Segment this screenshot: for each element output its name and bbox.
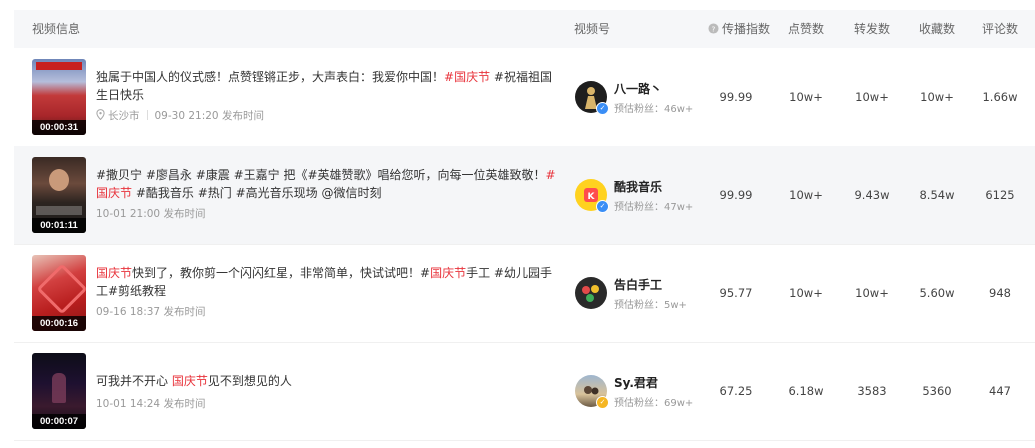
location: 长沙市 <box>108 110 140 122</box>
table-row[interactable]: 00:00:07 可我并不开心 国庆节见不到想见的人 10-01 14:24 发… <box>14 342 1035 441</box>
hashtag[interactable]: 国庆节 <box>96 266 132 280</box>
col-likes[interactable]: 点赞数 <box>788 10 824 48</box>
video-meta: 10-01 14:24 发布时间 <box>96 396 205 411</box>
video-thumbnail[interactable]: 00:00:07 <box>32 353 86 429</box>
spread-index-value: 95.77 <box>719 286 753 300</box>
video-meta: 09-16 18:37 发布时间 <box>96 304 205 319</box>
comments-value: 1.66w <box>982 90 1018 104</box>
likes-value: 10w+ <box>789 90 823 104</box>
verified-icon: ✓ <box>596 200 609 213</box>
account-name[interactable]: 八一路丶 <box>614 80 662 97</box>
table-header: 视频信息 视频号 ? 传播指数 点赞数 转发数 收藏数 评论数 <box>14 10 1035 48</box>
verified-icon: ✓ <box>596 396 609 409</box>
likes-value: 10w+ <box>789 286 823 300</box>
video-title[interactable]: 独属于中国人的仪式感！点赞铿锵正步，大声表白：我爱你中国！#国庆节 #祝福祖国生… <box>96 68 556 104</box>
shares-value: 10w+ <box>855 286 889 300</box>
col-favorites[interactable]: 收藏数 <box>919 10 955 48</box>
hashtag[interactable]: #国庆节 <box>444 70 490 84</box>
spread-index-value: 99.99 <box>719 90 753 104</box>
publish-time: 10-01 21:00 发布时间 <box>96 208 206 220</box>
video-duration: 00:00:07 <box>32 414 86 429</box>
verified-icon: ✓ <box>596 102 609 115</box>
video-title[interactable]: 可我并不开心 国庆节见不到想见的人 <box>96 372 556 390</box>
shares-value: 3583 <box>857 384 887 398</box>
favorites-value: 10w+ <box>920 90 954 104</box>
video-meta: 长沙市 09-30 21:20 发布时间 <box>96 108 264 123</box>
avatar[interactable] <box>575 277 607 309</box>
account-name[interactable]: 酷我音乐 <box>614 178 662 195</box>
location-pin-icon <box>96 109 105 121</box>
col-spread-index-label: 传播指数 <box>722 22 771 36</box>
hashtag[interactable]: 国庆节 <box>430 266 466 280</box>
publish-time: 09-16 18:37 发布时间 <box>96 306 206 318</box>
video-title[interactable]: 国庆节快到了，教你剪一个闪闪红星，非常简单，快试试吧！#国庆节手工 #幼儿园手工… <box>96 264 556 300</box>
col-account: 视频号 <box>574 22 611 36</box>
favorites-value: 5.60w <box>919 286 955 300</box>
video-duration: 00:00:16 <box>32 316 86 331</box>
account-fans: 预估粉丝：46w+ <box>614 104 694 115</box>
col-shares[interactable]: 转发数 <box>854 10 890 48</box>
video-meta: 10-01 21:00 发布时间 <box>96 206 205 221</box>
hashtag[interactable]: 国庆节 <box>172 374 208 388</box>
shares-value: 10w+ <box>855 90 889 104</box>
publish-time: 10-01 14:24 发布时间 <box>96 398 206 410</box>
spread-index-value: 67.25 <box>719 384 753 398</box>
table-row[interactable]: 00:01:11 #撒贝宁 #廖昌永 #康震 #王嘉宁 把《#英雄赞歌》唱给您听… <box>14 146 1035 245</box>
table-row[interactable]: 00:00:16 国庆节快到了，教你剪一个闪闪红星，非常简单，快试试吧！#国庆节… <box>14 244 1035 343</box>
account-fans: 预估粉丝：5w+ <box>614 300 687 311</box>
video-duration: 00:00:31 <box>32 120 86 135</box>
video-thumbnail[interactable]: 00:00:16 <box>32 255 86 331</box>
account-fans: 预估粉丝：69w+ <box>614 398 694 409</box>
table-row[interactable]: 00:00:31 独属于中国人的仪式感！点赞铿锵正步，大声表白：我爱你中国！#国… <box>14 48 1035 147</box>
comments-value: 447 <box>989 384 1011 398</box>
favorites-value: 5360 <box>922 384 952 398</box>
account-fans: 预估粉丝：47w+ <box>614 202 694 213</box>
spread-index-value: 99.99 <box>719 188 753 202</box>
col-video-info: 视频信息 <box>32 22 81 36</box>
col-comments[interactable]: 评论数 <box>982 10 1018 48</box>
likes-value: 6.18w <box>788 384 824 398</box>
help-icon: ? <box>708 23 719 34</box>
publish-time: 09-30 21:20 发布时间 <box>154 110 264 122</box>
video-title[interactable]: #撒贝宁 #廖昌永 #康震 #王嘉宁 把《#英雄赞歌》唱给您听，向每一位英雄致敬… <box>96 166 556 202</box>
video-thumbnail[interactable]: 00:00:31 <box>32 59 86 135</box>
svg-text:K: K <box>588 192 596 202</box>
account-name[interactable]: 告白手工 <box>614 276 662 293</box>
comments-value: 6125 <box>985 188 1015 202</box>
col-spread-index[interactable]: ? 传播指数 <box>708 10 770 48</box>
svg-text:?: ? <box>712 24 716 33</box>
video-duration: 00:01:11 <box>32 218 86 233</box>
likes-value: 10w+ <box>789 188 823 202</box>
favorites-value: 8.54w <box>919 188 955 202</box>
video-thumbnail[interactable]: 00:01:11 <box>32 157 86 233</box>
shares-value: 9.43w <box>854 188 890 202</box>
account-name[interactable]: Sy.君君 <box>614 374 658 391</box>
comments-value: 948 <box>989 286 1011 300</box>
